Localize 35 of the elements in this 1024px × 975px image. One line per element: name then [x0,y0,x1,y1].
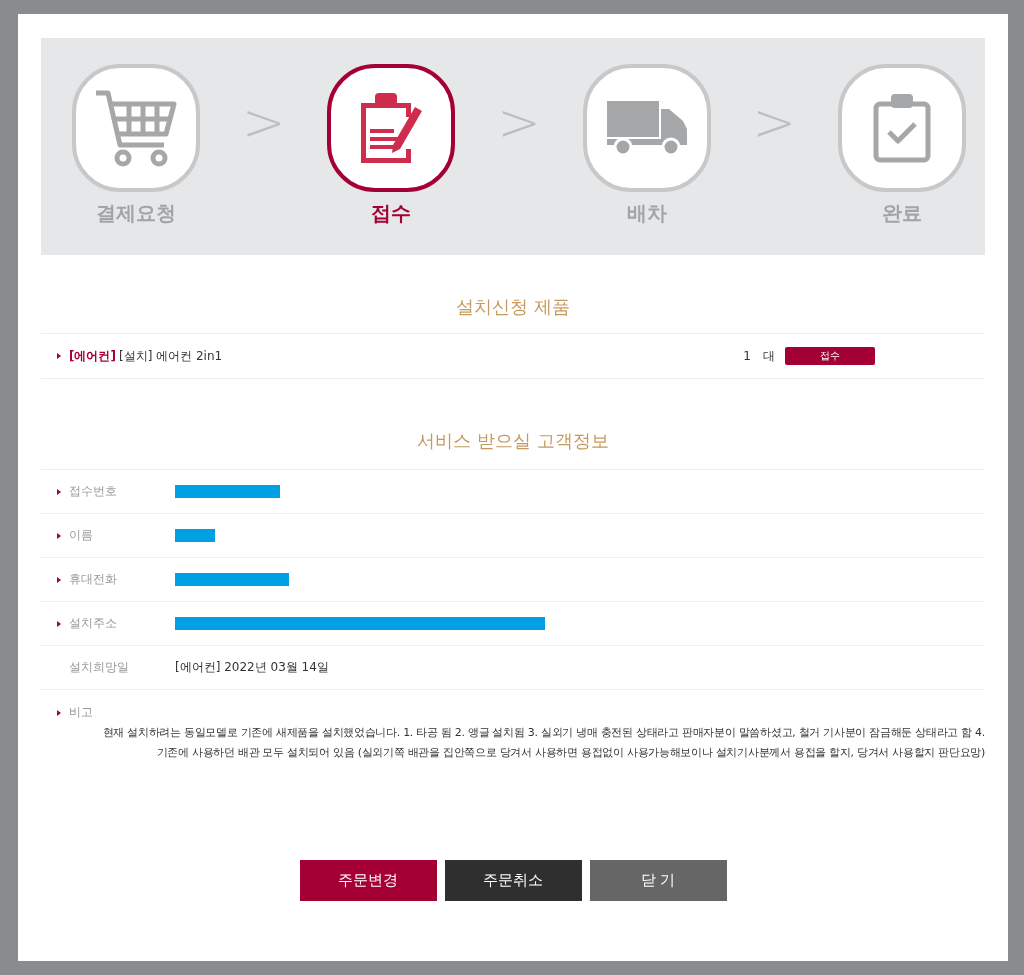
clipboard-check-icon [872,92,932,164]
action-button[interactable]: 닫 기 [589,860,727,901]
bullet-icon [57,353,61,359]
bullet-icon [57,532,61,539]
bullet-icon [57,488,61,495]
field-label: 휴대전화 [69,571,117,588]
unit: 대 [763,347,775,365]
section-title: 설치신청 제품 [455,295,571,319]
action-button[interactable]: 주문변경 [299,860,437,901]
step-label: 접수 [371,200,412,227]
product-name: [설치] 에어컨 2in1 [118,347,223,365]
step-separator: > [497,92,541,152]
field-label: 접수번호 [69,483,117,500]
field-value: [에어컨] 2022년 03월 14일 [175,659,329,676]
bullet-icon [57,620,61,627]
bullet-icon [57,709,61,716]
quantity: 1 [743,349,751,363]
field-label: 설치희망일 [69,659,129,676]
product-category: [에어컨] [69,347,116,365]
field-label: 비고 [69,704,93,721]
status-badge: 접수 [785,347,875,365]
step-label: 결제요청 [96,200,176,227]
truck-icon [604,99,689,157]
field-label: 이름 [69,527,93,544]
step-separator: > [752,92,797,152]
section-title: 서비스 받으실 고객정보 [41,379,985,470]
redaction-bar [175,529,215,542]
field-label: 설치주소 [69,615,117,632]
note-text: 현재 설치하려는 동일모델로 기존에 새제품을 설치했었습니다. 1. 타공 됨 2. 앵글 설치됨 3. 실외기 냉매 충전된 상태라고 판매자분이 말씀하셨고, 철거 기사분이 잠금해둔 상태라고 함 4. 기존에 사용하던 배관 모두 설치되어 있음 (실외기쪽 배관을 집안쪽으로 당겨서 사용하면 용접없이 사용가능해보이나 설치기사분께서 용접을 할지, 당겨서 사용할지 판단요망) [101,725,985,761]
bullet-icon [57,576,61,583]
cart-icon [93,88,179,168]
step-label: 완료 [882,200,922,227]
step-separator: > [241,92,286,152]
action-button[interactable]: 주문취소 [444,860,582,901]
step-label: 배차 [626,200,667,227]
